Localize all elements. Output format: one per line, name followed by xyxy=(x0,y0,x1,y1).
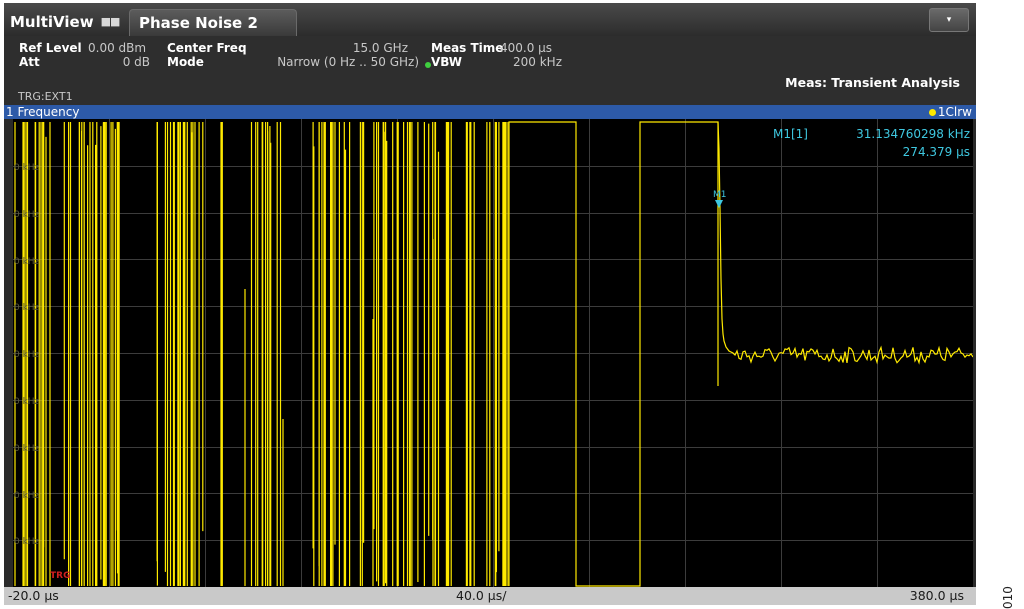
analyzer-window: MultiView ■■ Phase Noise 2 ▾ Ref Level 0… xyxy=(4,3,976,605)
att-label: Att xyxy=(19,55,40,69)
measurement-type: Meas: Transient Analysis xyxy=(785,75,960,90)
trigger-source: TRG:EXT1 xyxy=(18,90,73,103)
center-freq-label: Center Freq xyxy=(167,41,247,55)
window-title: 1 Frequency xyxy=(6,105,80,119)
y-axis-label: 0 kHz xyxy=(14,397,40,407)
ref-level-label: Ref Level xyxy=(19,41,82,55)
plot-canvas: M1 xyxy=(13,119,973,587)
center-freq-value: 15.0 GHz xyxy=(352,41,408,55)
trace-dot-icon xyxy=(928,108,936,116)
mode-label: Mode xyxy=(167,55,204,69)
figure-code: 010 xyxy=(1001,586,1015,609)
x-axis-start: -20.0 µs xyxy=(8,588,59,603)
tab-multiview[interactable]: MultiView ■■ xyxy=(10,11,121,33)
settings-header[interactable]: Ref Level 0.00 dBm Att 0 dB Center Freq … xyxy=(4,36,976,105)
dropdown-menu-button[interactable]: ▾ xyxy=(929,8,969,32)
frequency-plot[interactable]: M1 0 kHz 0 kHz 0 kHz 0 kHz 0 kHz 0 kHz 0 kHz 0 … xyxy=(13,119,973,587)
ref-level-value: 0.00 dBm xyxy=(88,41,147,55)
marker-m1: M1 xyxy=(713,190,727,208)
chevron-down-icon: ▾ xyxy=(946,15,952,25)
vbw-label: VBW xyxy=(431,55,463,69)
marker-name: M1[1] xyxy=(773,127,808,141)
att-value: 0 dB xyxy=(122,55,150,69)
trace-mode: 1Clrw xyxy=(937,105,972,119)
y-axis-label: 0 kHz xyxy=(14,303,40,314)
tab-bar: MultiView ■■ Phase Noise 2 ▾ xyxy=(4,3,976,36)
y-axis-label: 0 kHz xyxy=(14,537,40,548)
window-title-bar[interactable]: 1 Frequency 1Clrw xyxy=(4,105,976,119)
trigger-marker: TRG xyxy=(50,571,71,581)
grid-icon: ■■ xyxy=(100,15,121,28)
y-axis-label: 0 kHz xyxy=(14,443,40,454)
meas-time-label: Meas Time xyxy=(431,41,504,55)
y-axis-label: 0 kHz xyxy=(14,209,40,220)
vbw-value: 200 kHz xyxy=(513,55,562,69)
y-axis-label: 0 kHz xyxy=(14,490,40,501)
mode-value: Narrow (0 Hz .. 50 GHz) xyxy=(277,55,419,69)
tab-multiview-label: MultiView xyxy=(10,13,94,31)
marker-triangle-icon xyxy=(715,200,723,208)
x-axis-footer: -20.0 µs 40.0 µs/ 380.0 µs xyxy=(4,587,976,605)
meas-time-value: 400.0 µs xyxy=(500,41,553,55)
x-axis-end: 380.0 µs xyxy=(909,588,964,603)
x-axis-division: 40.0 µs/ xyxy=(456,588,507,603)
marker-frequency: 31.134760298 kHz xyxy=(856,127,970,141)
tab-phase-noise-2[interactable]: Phase Noise 2 xyxy=(129,9,297,36)
y-axis-label: 0 kHz xyxy=(14,163,40,173)
y-axis-label: 0 kHz xyxy=(14,350,40,361)
marker-label: M1 xyxy=(713,190,727,200)
y-axis-label: 0 kHz xyxy=(14,256,40,267)
marker-time: 274.379 µs xyxy=(902,145,970,159)
trace-indicator[interactable]: 1Clrw xyxy=(928,105,972,119)
